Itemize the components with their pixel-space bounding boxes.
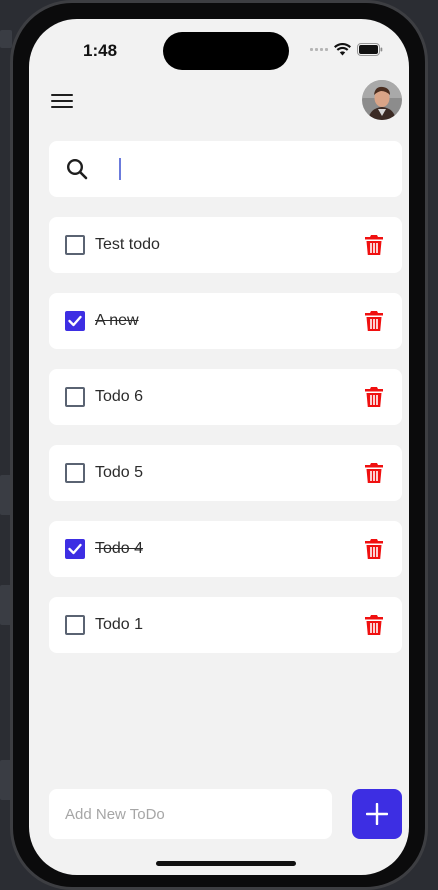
todo-text: Test todo [95,236,160,253]
checkmark-icon [68,315,82,327]
checkmark-icon [68,543,82,555]
status-time: 1:48 [83,41,118,60]
trash-icon[interactable] [364,234,384,256]
todo-text: A new [95,312,139,329]
todo-checkbox[interactable] [65,615,85,635]
trash-icon[interactable] [364,310,384,332]
trash-icon[interactable] [364,462,384,484]
todo-text: Todo 4 [95,540,144,557]
search-icon [66,158,88,180]
trash-icon[interactable] [364,538,384,560]
dynamic-island [163,32,289,70]
hamburger-menu-icon[interactable] [51,91,73,111]
status-icons [310,43,383,56]
phone-frame: 1:48 Test todo A new Todo 6 Todo 5 Todo … [10,0,428,890]
add-todo-button[interactable] [352,789,402,839]
user-avatar[interactable] [362,80,402,120]
todo-text: Todo 1 [95,616,144,633]
trash-icon[interactable] [364,614,384,636]
background-window-fragment [0,30,12,48]
todo-checkbox[interactable] [65,235,85,255]
battery-icon [357,43,383,56]
search-bar[interactable] [49,141,402,197]
todo-item: Todo 5 [49,445,402,501]
todo-checkbox[interactable] [65,463,85,483]
todo-item: Test todo [49,217,402,273]
plus-icon [366,803,388,825]
trash-icon[interactable] [364,386,384,408]
todo-item: Todo 6 [49,369,402,425]
todo-text: Todo 6 [95,388,144,405]
todo-item: Todo 4 [49,521,402,577]
text-caret [119,158,121,180]
todo-list: Test todo A new Todo 6 Todo 5 Todo 4 Tod… [49,217,402,673]
add-todo-input[interactable] [49,789,332,839]
wifi-icon [334,43,351,56]
todo-text: Todo 5 [95,464,144,481]
app-screen: 1:48 Test todo A new Todo 6 Todo 5 Todo … [29,19,409,875]
todo-item: Todo 1 [49,597,402,653]
cellular-signal-icon [310,48,328,51]
todo-item: A new [49,293,402,349]
search-input[interactable] [98,153,382,185]
todo-checkbox-checked[interactable] [65,311,85,331]
todo-checkbox[interactable] [65,387,85,407]
todo-checkbox-checked[interactable] [65,539,85,559]
home-indicator [156,861,296,866]
